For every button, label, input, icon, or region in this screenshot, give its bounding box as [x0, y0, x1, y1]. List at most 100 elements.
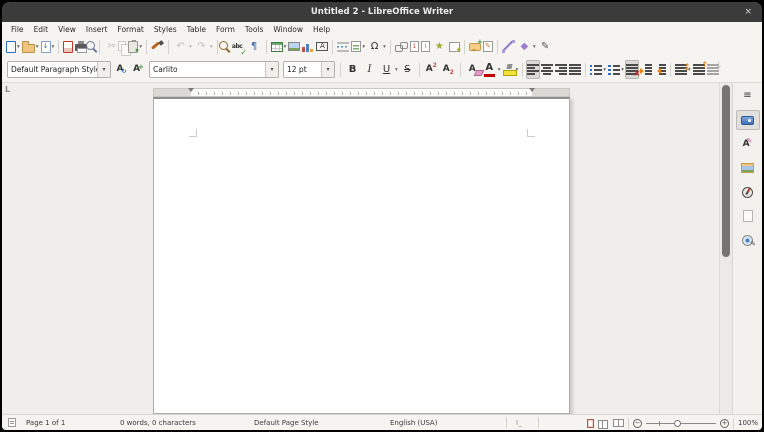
insert-bookmark-button[interactable]: ★ — [431, 37, 448, 56]
insert-table-button[interactable]: ▾ — [270, 37, 288, 56]
line-spacing-button[interactable]: ▾ — [674, 60, 692, 79]
language-status[interactable]: English (USA) — [390, 419, 437, 427]
menu-insert[interactable]: Insert — [81, 22, 113, 36]
new-document-dropdown-icon[interactable]: ▾ — [17, 44, 20, 50]
increase-indent-button[interactable] — [639, 60, 653, 79]
tab-stop-selector[interactable]: L — [5, 85, 10, 94]
insert-line-button[interactable] — [501, 37, 516, 56]
menu-edit[interactable]: Edit — [29, 22, 54, 36]
close-window-button[interactable]: × — [744, 2, 752, 22]
font-size-combobox[interactable]: 12 pt▾ — [283, 61, 335, 78]
right-indent-marker[interactable] — [529, 88, 535, 92]
document-save-status-icon[interactable] — [8, 418, 16, 427]
font-color-button[interactable]: A▾ — [481, 60, 502, 79]
zoom-in-button[interactable]: + — [720, 419, 729, 428]
ordered-list-dropdown-icon[interactable]: ▾ — [621, 67, 624, 73]
insert-special-character-dropdown-icon[interactable]: ▾ — [383, 44, 386, 50]
align-center-button[interactable] — [540, 60, 554, 79]
align-left-button[interactable] — [526, 60, 540, 79]
basic-shapes-dropdown-icon[interactable]: ▾ — [533, 44, 536, 50]
track-changes-button[interactable]: ✎ — [482, 37, 494, 56]
menu-styles[interactable]: Styles — [149, 22, 182, 36]
font-name-dropdown-icon[interactable]: ▾ — [265, 62, 278, 77]
sidebar-page[interactable] — [736, 206, 760, 226]
selection-mode-icon[interactable]: I_ — [516, 419, 522, 427]
insert-field-dropdown-icon[interactable]: ▾ — [362, 44, 365, 50]
clear-formatting-button[interactable]: A — [464, 60, 481, 79]
no-list-button[interactable] — [625, 60, 639, 79]
insert-table-dropdown-icon[interactable]: ▾ — [284, 44, 287, 50]
sidebar-navigator[interactable] — [736, 182, 760, 202]
multiple-page-view-icon[interactable] — [598, 419, 609, 428]
vertical-scrollbar[interactable] — [719, 83, 732, 414]
zoom-slider-thumb[interactable] — [674, 420, 681, 427]
insert-cross-reference-button[interactable] — [448, 37, 461, 56]
page-number-status[interactable]: Page 1 of 1 — [26, 419, 65, 427]
menu-file[interactable]: File — [6, 22, 29, 36]
sidebar-styles[interactable]: A✎ — [736, 134, 760, 154]
underline-dropdown-icon[interactable]: ▾ — [395, 67, 398, 73]
formatting-marks-button[interactable]: ¶ — [246, 37, 263, 56]
superscript-button[interactable]: A2 — [423, 60, 440, 79]
single-page-view-icon[interactable] — [587, 419, 594, 428]
clone-formatting-button[interactable] — [150, 37, 165, 56]
bold-button[interactable]: B — [344, 60, 361, 79]
document-page[interactable] — [153, 97, 570, 414]
new-style-button[interactable]: A+ — [130, 60, 147, 79]
strikethrough-button[interactable]: S — [399, 60, 416, 79]
insert-text-box-button[interactable]: A — [315, 37, 329, 56]
sidebar-properties[interactable] — [736, 110, 760, 130]
find-and-replace-button[interactable] — [221, 37, 229, 56]
menu-table[interactable]: Table — [182, 22, 211, 36]
font-name-combobox[interactable]: Carlito▾ — [149, 61, 279, 78]
menu-view[interactable]: View — [53, 22, 81, 36]
insert-comment-button[interactable] — [468, 37, 482, 56]
highlight-color-button[interactable]: ▾ — [502, 60, 520, 79]
page-style-status[interactable]: Default Page Style — [254, 419, 319, 427]
paragraph-style-dropdown-icon[interactable]: ▾ — [97, 62, 110, 77]
insert-image-button[interactable] — [287, 37, 301, 56]
sidebar-menu[interactable]: ≡ — [736, 86, 760, 106]
open-button[interactable]: ▾ — [21, 37, 40, 56]
update-style-button[interactable]: A↻ — [113, 60, 130, 79]
ordered-list-button[interactable]: ▾ — [607, 60, 625, 79]
menu-tools[interactable]: Tools — [240, 22, 268, 36]
sidebar-accessibility-check[interactable] — [736, 230, 760, 250]
save-dropdown-icon[interactable]: ▾ — [52, 44, 55, 50]
show-draw-functions-button[interactable]: ✎ — [537, 37, 554, 56]
undo-dropdown-icon[interactable]: ▾ — [189, 44, 192, 50]
export-pdf-button[interactable] — [62, 37, 74, 56]
menu-form[interactable]: Form — [211, 22, 240, 36]
subscript-button[interactable]: A2 — [440, 60, 457, 79]
insert-endnote-button[interactable]: i — [420, 37, 431, 56]
menu-format[interactable]: Format — [112, 22, 148, 36]
zoom-slider[interactable] — [646, 419, 716, 428]
font-color-dropdown-icon[interactable]: ▾ — [498, 67, 501, 73]
basic-shapes-button[interactable]: ◆▾ — [516, 37, 537, 56]
decrease-indent-button[interactable] — [653, 60, 667, 79]
menu-window[interactable]: Window — [268, 22, 308, 36]
insert-special-character-button[interactable]: Ω▾ — [366, 37, 387, 56]
horizontal-ruler[interactable] — [153, 88, 570, 97]
new-document-button[interactable]: ▾ — [5, 37, 21, 56]
insert-field-button[interactable]: ▾ — [350, 37, 366, 56]
italic-button[interactable]: I — [361, 60, 378, 79]
align-right-button[interactable] — [554, 60, 568, 79]
left-indent-marker[interactable] — [188, 88, 194, 92]
print-preview-button[interactable] — [88, 37, 96, 56]
word-count-status[interactable]: 0 words, 0 characters — [120, 419, 196, 427]
paragraph-style-combobox[interactable]: Default Paragraph Style▾ — [7, 61, 111, 78]
title-bar[interactable]: Untitled 2 - LibreOffice Writer × — [2, 2, 762, 22]
align-justify-button[interactable] — [568, 60, 582, 79]
unordered-list-button[interactable]: ▾ — [589, 60, 607, 79]
open-dropdown-icon[interactable]: ▾ — [36, 44, 39, 50]
insert-page-break-button[interactable] — [336, 37, 350, 56]
spelling-button[interactable]: abc — [229, 37, 246, 56]
menu-help[interactable]: Help — [308, 22, 335, 36]
scrollbar-thumb[interactable] — [722, 85, 730, 257]
font-size-dropdown-icon[interactable]: ▾ — [321, 62, 334, 77]
insert-hyperlink-button[interactable] — [394, 37, 409, 56]
sidebar-gallery[interactable] — [736, 158, 760, 178]
zoom-level-status[interactable]: 100% — [738, 419, 758, 427]
paste-button[interactable]: ▾ — [127, 37, 143, 56]
